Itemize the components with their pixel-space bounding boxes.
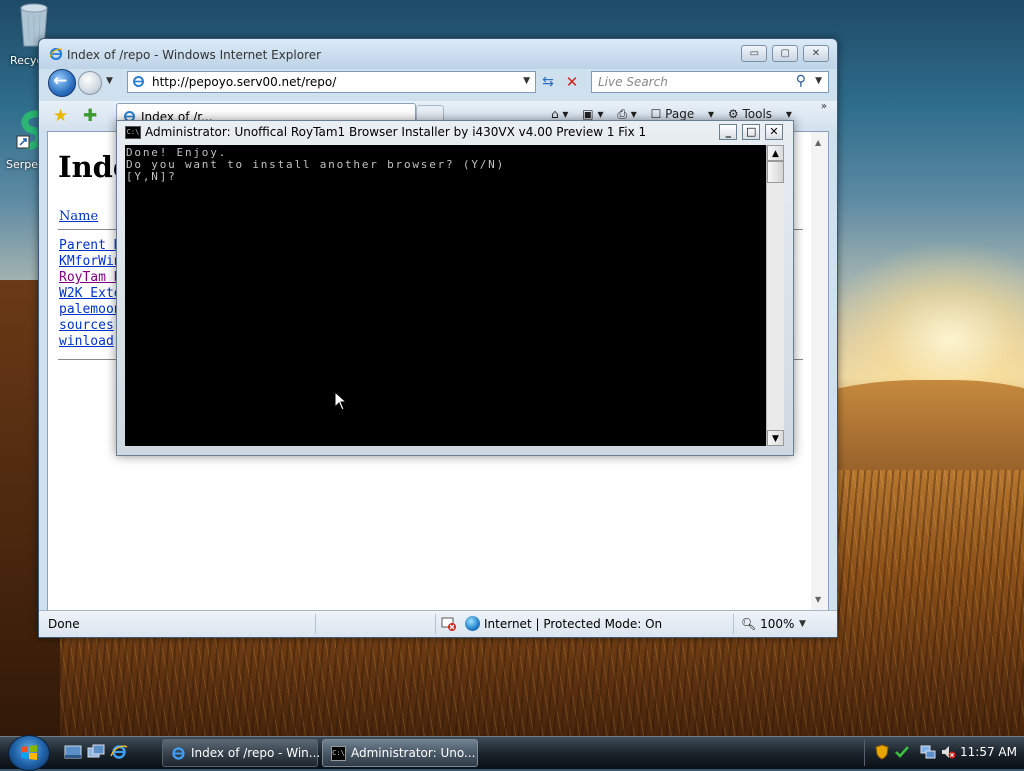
page-scrollbar[interactable]: ▲ ▼ <box>811 132 828 610</box>
add-favorites-icon[interactable]: ✚ <box>83 106 97 126</box>
zoom-value: 100% <box>760 617 795 631</box>
back-arrow-icon: ← <box>53 71 68 91</box>
search-icon[interactable]: ⚲ <box>796 73 806 89</box>
search-box[interactable]: Live Search ⚲ ▼ <box>591 71 829 93</box>
status-text: Done <box>48 617 80 631</box>
favorites-star-icon[interactable]: ★ <box>53 106 68 126</box>
feeds-icon[interactable]: ▣ ▾ <box>582 107 603 121</box>
stop-button[interactable]: ✕ <box>561 71 583 93</box>
divider <box>733 614 734 634</box>
internet-explorer-icon <box>49 47 63 61</box>
address-bar[interactable]: http://pepoyo.serv00.net/repo/ ▼ <box>127 71 536 93</box>
address-dropdown-icon[interactable]: ▼ <box>523 76 530 86</box>
maximize-button[interactable]: ▢ <box>772 45 799 62</box>
scroll-down-icon[interactable]: ▼ <box>815 595 821 604</box>
forward-button[interactable] <box>78 71 102 95</box>
recent-pages-dropdown[interactable]: ▼ <box>106 76 113 86</box>
minimize-icon: ▭ <box>749 48 760 59</box>
status-bar: Done Internet | Protected Mode: On 🔍︎ 10… <box>39 610 837 637</box>
back-button[interactable]: ← <box>48 69 76 97</box>
console-output: Done! Enjoy. Do you want to install anot… <box>126 146 506 183</box>
file-link[interactable]: Parent D <box>59 238 122 254</box>
file-link[interactable]: W2K Exte <box>59 286 122 302</box>
ie-titlebar[interactable]: Index of /repo - Windows Internet Explor… <box>39 39 837 69</box>
console-maximize-button[interactable]: □ <box>742 124 761 140</box>
checkmark-icon[interactable] <box>894 744 910 760</box>
chevron-more-icon[interactable]: » <box>821 101 827 112</box>
volume-muted-icon[interactable] <box>940 744 956 760</box>
desktop-icon-label: Serpe <box>6 158 39 171</box>
taskbar <box>0 736 1024 769</box>
security-shield-icon[interactable] <box>874 744 890 760</box>
search-options-dropdown-icon[interactable]: ▼ <box>815 76 822 86</box>
page-menu-label: Page <box>665 107 695 121</box>
search-placeholder[interactable]: Live Search <box>598 75 668 89</box>
zoom-dropdown-icon[interactable]: ▼ <box>799 619 806 629</box>
console-title: Administrator: Unoffical RoyTam1 Browser… <box>145 125 647 139</box>
console-scrollbar[interactable]: ▲ ▼ <box>766 145 784 446</box>
maximize-icon: ▢ <box>780 48 790 59</box>
home-icon[interactable]: ⌂ ▾ <box>551 107 568 121</box>
console-titlebar[interactable]: C:\ Administrator: Unoffical RoyTam1 Bro… <box>117 121 793 143</box>
file-link[interactable]: palemoon <box>59 302 122 318</box>
zoom-level[interactable]: 🔍︎ 100% <box>741 617 794 631</box>
switch-windows-icon[interactable] <box>87 744 105 760</box>
command-prompt-icon: C:\ <box>125 126 141 139</box>
console-close-button[interactable]: ✕ <box>765 124 783 140</box>
close-button[interactable]: ✕ <box>803 45 829 62</box>
console-output-area[interactable]: Done! Enjoy. Do you want to install anot… <box>125 145 766 446</box>
internet-explorer-icon <box>133 76 144 87</box>
file-link[interactable]: sources <box>59 318 122 334</box>
tools-menu[interactable]: ⚙ Tools ▾ <box>728 107 792 121</box>
start-button[interactable] <box>8 735 50 771</box>
internet-explorer-icon[interactable] <box>110 744 128 760</box>
file-list: Parent D KMforWin RoyTam B W2K Exte pale… <box>59 238 122 350</box>
scroll-down-icon[interactable]: ▼ <box>767 430 784 446</box>
ie-window-title: Index of /repo - Windows Internet Explor… <box>67 48 322 62</box>
internet-explorer-icon <box>172 747 185 760</box>
page-menu[interactable]: ☐ Page ▾ <box>651 107 714 121</box>
popup-blocked-icon[interactable] <box>441 616 457 632</box>
name-column-header[interactable]: Name <box>59 209 98 224</box>
show-desktop-icon[interactable] <box>64 744 82 760</box>
internet-zone-icon <box>465 616 480 631</box>
taskbar-item-label: Administrator: Uno... <box>351 746 476 760</box>
console-window[interactable]: C:\ Administrator: Unoffical RoyTam1 Bro… <box>116 120 794 456</box>
scroll-up-icon[interactable]: ▲ <box>767 145 784 161</box>
mouse-pointer-icon <box>334 391 348 411</box>
windows-logo-icon <box>21 745 37 760</box>
refresh-button[interactable]: ⇆ <box>536 71 560 93</box>
scroll-thumb[interactable] <box>767 161 784 183</box>
command-prompt-icon: C:\ <box>331 746 346 761</box>
file-link[interactable]: winload <box>59 334 122 350</box>
print-icon[interactable]: ⎙ ▾ <box>617 107 636 121</box>
file-link[interactable]: RoyTam B <box>59 270 122 286</box>
tray-divider <box>864 740 865 766</box>
taskbar-item-label: Index of /repo - Win... <box>191 746 321 760</box>
security-zone[interactable]: Internet | Protected Mode: On <box>484 617 662 631</box>
minimize-button[interactable]: ▭ <box>741 45 768 62</box>
taskbar-item-console[interactable]: C:\ Administrator: Uno... <box>322 739 478 767</box>
divider <box>315 614 316 634</box>
address-url[interactable]: http://pepoyo.serv00.net/repo/ <box>152 75 336 89</box>
divider <box>435 614 436 634</box>
file-link[interactable]: KMforWin <box>59 254 122 270</box>
scroll-up-icon[interactable]: ▲ <box>815 138 821 147</box>
close-icon: ✕ <box>811 48 821 59</box>
taskbar-item-ie[interactable]: Index of /repo - Win... <box>162 739 321 767</box>
network-icon[interactable] <box>920 744 936 760</box>
tools-menu-label: Tools <box>742 107 773 121</box>
system-clock[interactable]: 11:57 AM <box>960 745 1017 759</box>
console-minimize-button[interactable]: _ <box>719 124 738 140</box>
